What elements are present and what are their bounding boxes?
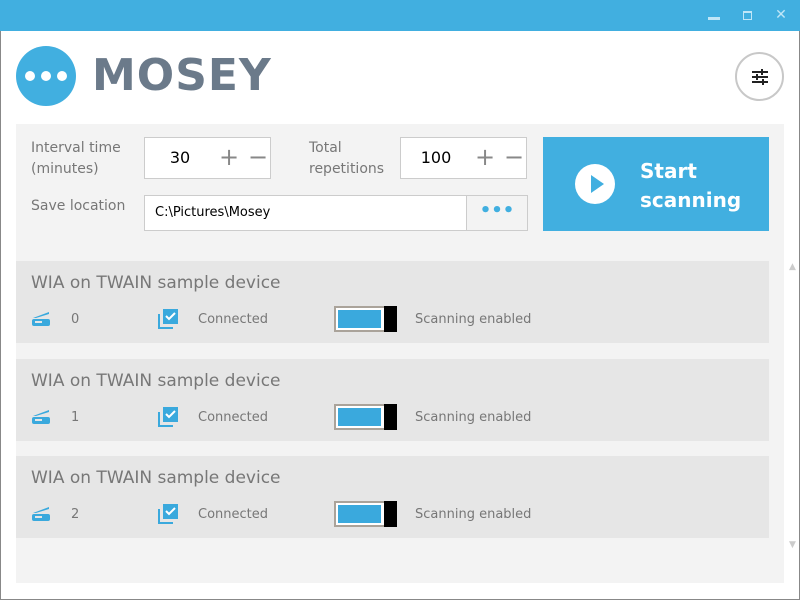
device-index: 0: [71, 312, 80, 327]
start-label-2: scanning: [640, 188, 742, 212]
interval-minus-button[interactable]: −: [248, 138, 268, 176]
device-index: 1: [71, 409, 80, 425]
scanning-toggle[interactable]: [334, 306, 397, 332]
scanner-icon: [32, 312, 50, 326]
device-name: WIA on TWAIN sample device: [31, 370, 281, 391]
settings-button[interactable]: [735, 52, 784, 101]
connected-check-icon: [158, 504, 178, 524]
interval-stepper[interactable]: 30 + −: [144, 137, 271, 179]
connection-status: Connected: [198, 409, 269, 425]
minimize-icon: [708, 16, 720, 20]
save-location-input[interactable]: C:\Pictures\Mosey: [144, 195, 467, 231]
title-bar: ✕: [0, 0, 800, 31]
device-card: WIA on TWAIN sample device 1 Connected S…: [16, 358, 769, 441]
repetitions-value[interactable]: 100: [401, 138, 471, 178]
device-index: 2: [71, 507, 80, 522]
app-title: MOSEY: [92, 50, 272, 101]
logo-icon: [16, 46, 76, 106]
browse-button[interactable]: •••: [466, 195, 528, 231]
maximize-icon: [742, 10, 752, 20]
scanning-status: Scanning enabled: [415, 312, 532, 327]
scroll-down-arrow[interactable]: ▼: [789, 540, 797, 550]
start-scanning-button[interactable]: Start scanning: [543, 137, 769, 231]
interval-label: Interval time (minutes): [31, 140, 121, 177]
scanner-icon: [32, 409, 50, 424]
connection-status: Connected: [198, 312, 269, 327]
close-button[interactable]: ✕: [764, 0, 798, 31]
repetitions-stepper[interactable]: 100 + −: [400, 137, 527, 179]
repetitions-label: Total repetitions: [309, 140, 385, 177]
start-label: Start: [640, 159, 697, 183]
play-icon: [575, 164, 615, 204]
maximize-button[interactable]: [730, 0, 764, 31]
controls-panel: Interval time (minutes) 30 + − Total repet…: [16, 124, 796, 583]
minimize-button[interactable]: [697, 0, 731, 31]
connected-check-icon: [158, 309, 178, 329]
interval-plus-button[interactable]: +: [219, 138, 239, 176]
save-location-label: Save location: [31, 198, 126, 214]
sliders-icon: [751, 68, 768, 85]
scanner-icon: [32, 507, 50, 521]
interval-value[interactable]: 30: [145, 138, 215, 178]
scanning-toggle[interactable]: [334, 403, 397, 430]
repetitions-minus-button[interactable]: −: [504, 138, 524, 176]
device-card: WIA on TWAIN sample device 0 Connected S…: [16, 261, 769, 343]
scanning-status: Scanning enabled: [415, 409, 532, 425]
device-name: WIA on TWAIN sample device: [31, 468, 281, 488]
connected-check-icon: [158, 406, 178, 427]
scanning-toggle[interactable]: [334, 501, 397, 527]
repetitions-plus-button[interactable]: +: [475, 138, 495, 176]
scroll-up-arrow[interactable]: ▲: [789, 262, 797, 272]
scanning-status: Scanning enabled: [415, 507, 532, 522]
device-card: WIA on TWAIN sample device 2 Connected S…: [16, 456, 769, 538]
connection-status: Connected: [198, 507, 269, 522]
close-icon: ✕: [775, 7, 787, 23]
device-name: WIA on TWAIN sample device: [31, 273, 281, 293]
